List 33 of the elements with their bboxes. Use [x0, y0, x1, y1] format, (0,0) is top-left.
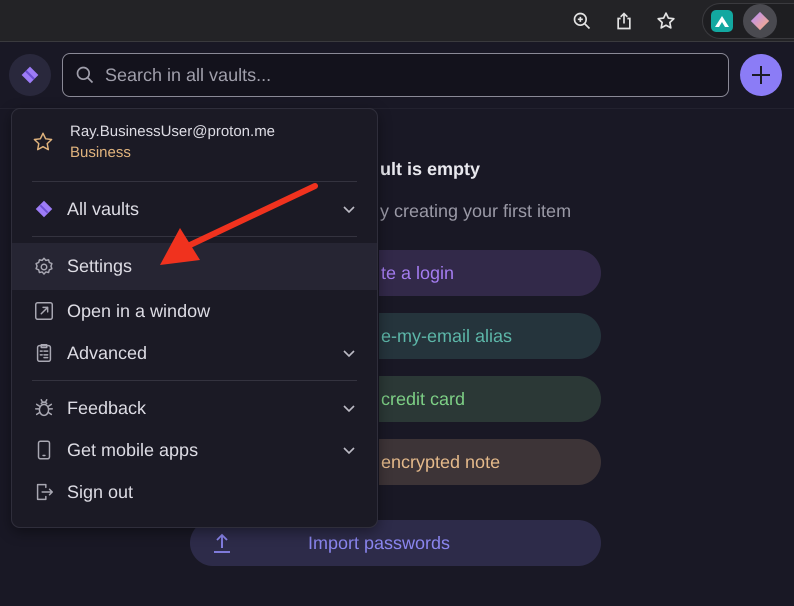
star-icon[interactable] [656, 10, 676, 30]
search-icon [75, 65, 95, 85]
diamond-logo-icon [749, 10, 771, 32]
bug-icon [33, 397, 55, 419]
plus-icon [749, 63, 773, 87]
menu-item[interactable]: Feedback [12, 387, 377, 429]
menu-item[interactable]: Settings [12, 243, 377, 290]
add-button[interactable] [740, 54, 782, 96]
create-item-button[interactable]: te a login [379, 250, 601, 296]
search-field[interactable]: Search in all vaults... [62, 53, 729, 97]
zoom-icon[interactable] [572, 10, 592, 30]
star-icon [32, 131, 54, 153]
create-item-button[interactable]: credit card [379, 376, 601, 422]
menu-item[interactable]: Sign out [12, 471, 377, 513]
create-item-button[interactable]: encrypted note [379, 439, 601, 485]
vault-icon [33, 198, 55, 220]
menu-item[interactable]: Get mobile apps [12, 429, 377, 471]
settings-icon [33, 256, 55, 278]
menu-item[interactable]: Advanced [12, 332, 377, 374]
empty-subtitle: y creating your first item [380, 201, 572, 222]
create-item-button[interactable]: e-my-email alias [379, 313, 601, 359]
empty-title: ult is empty [380, 159, 482, 181]
mountain-extension-icon[interactable] [711, 10, 733, 32]
menu-item[interactable]: Open in a window [12, 290, 377, 332]
vault-menu-button[interactable] [9, 54, 51, 96]
create-item-button[interactable]: Import passwords [190, 520, 601, 566]
account-email: Ray.BusinessUser@proton.me [70, 123, 276, 140]
diamond-logo-icon [20, 65, 40, 85]
account-plan: Business [70, 144, 132, 161]
menu-item[interactable]: All vaults [12, 188, 377, 230]
upload-icon [212, 532, 232, 554]
extension-button[interactable] [743, 4, 777, 38]
external-window-icon [33, 300, 55, 322]
